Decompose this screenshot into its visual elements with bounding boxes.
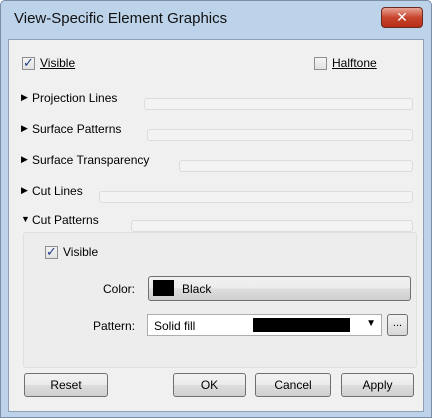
halftone-label[interactable]: Halftone — [332, 56, 377, 70]
visible-checkbox[interactable] — [22, 55, 35, 71]
section-projection-lines[interactable]: ▶ Projection Lines — [21, 88, 413, 110]
expand-arrow-icon: ▶ — [21, 185, 28, 195]
section-label: Surface Transparency — [32, 153, 150, 167]
cut-patterns-visible-checkbox[interactable] — [45, 244, 58, 260]
pattern-sample — [253, 318, 350, 332]
color-label: Color: — [103, 282, 136, 296]
ok-button[interactable]: OK — [173, 373, 246, 397]
section-label: Surface Patterns — [32, 122, 122, 136]
section-label: Cut Lines — [32, 184, 83, 198]
close-icon: ✕ — [396, 9, 408, 25]
expand-arrow-icon: ▶ — [21, 154, 28, 164]
section-divider — [144, 98, 413, 110]
section-divider — [179, 160, 413, 172]
section-label: Projection Lines — [32, 91, 118, 105]
pattern-browse-button[interactable]: ... — [387, 314, 408, 336]
section-cut-lines[interactable]: ▶ Cut Lines — [21, 181, 413, 203]
close-button[interactable]: ✕ — [381, 7, 423, 28]
window-title: View-Specific Element Graphics — [14, 10, 228, 27]
section-label: Cut Patterns — [32, 213, 99, 227]
section-surface-patterns[interactable]: ▶ Surface Patterns — [21, 119, 413, 141]
collapse-arrow-icon: ▼ — [21, 214, 30, 224]
dialog-window: View-Specific Element Graphics ✕ Visible… — [0, 0, 432, 418]
reset-button[interactable]: Reset — [24, 373, 108, 397]
section-surface-transparency[interactable]: ▶ Surface Transparency — [21, 150, 413, 172]
visible-label[interactable]: Visible — [40, 56, 75, 70]
color-swatch — [153, 280, 174, 296]
apply-button[interactable]: Apply — [341, 373, 414, 397]
ellipsis-label: ... — [392, 317, 403, 329]
cut-patterns-visible-label[interactable]: Visible — [63, 245, 98, 259]
dialog-body: Visible Halftone ▶ Projection Lines ▶ Su… — [8, 39, 424, 412]
halftone-checkbox[interactable] — [314, 57, 327, 70]
pattern-dropdown[interactable]: Solid fill ▼ — [147, 314, 382, 336]
reset-label: Reset — [50, 378, 82, 392]
section-divider — [147, 129, 413, 141]
apply-label: Apply — [362, 378, 393, 392]
expand-arrow-icon: ▶ — [21, 92, 28, 102]
title-bar[interactable]: View-Specific Element Graphics ✕ — [1, 1, 431, 39]
pattern-label: Pattern: — [93, 319, 136, 333]
ok-label: OK — [200, 378, 219, 392]
section-divider — [131, 220, 413, 232]
chevron-down-icon[interactable]: ▼ — [366, 318, 376, 329]
color-value: Black — [182, 282, 212, 296]
pattern-value: Solid fill — [154, 319, 196, 333]
cancel-label: Cancel — [274, 378, 312, 392]
expand-arrow-icon: ▶ — [21, 123, 28, 133]
cancel-button[interactable]: Cancel — [255, 373, 331, 397]
section-divider — [99, 191, 413, 203]
section-cut-patterns[interactable]: ▼ Cut Patterns — [21, 210, 413, 232]
color-button[interactable]: Black — [148, 276, 411, 301]
